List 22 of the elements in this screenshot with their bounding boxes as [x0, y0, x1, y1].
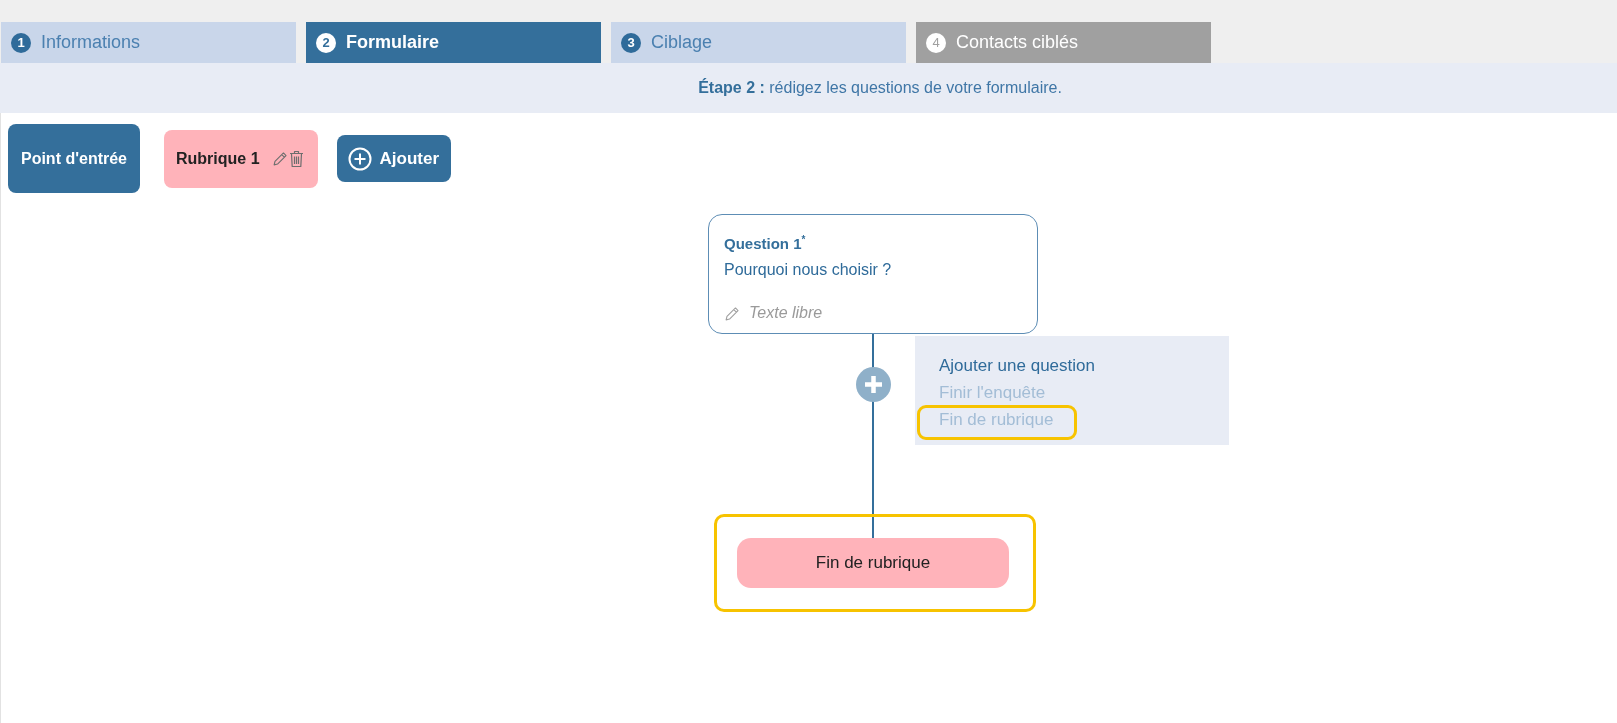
- add-icon[interactable]: [855, 366, 891, 402]
- step-instruction: Étape 2 : rédigez les questions de votre formulaire.: [698, 79, 1062, 97]
- plus-circle-icon: [347, 146, 372, 171]
- pencil-icon[interactable]: [271, 150, 289, 167]
- step-number: 4: [926, 32, 946, 53]
- step-tab[interactable]: 1 Informations: [1, 22, 296, 63]
- step-number: 3: [621, 32, 641, 53]
- question-text: Pourquoi nous choisir ?: [724, 260, 892, 280]
- add-button[interactable]: Ajouter: [336, 135, 452, 182]
- trash-icon[interactable]: [288, 149, 304, 168]
- question-card[interactable]: Question 1$^{*}$ Pourquoi nous choisir ? Texte libre: [708, 214, 1038, 334]
- section-tab[interactable]: Rubrique 1: [164, 129, 318, 188]
- question-title: Question 1$^{*}$: [724, 233, 806, 254]
- section-end-node[interactable]: Fin de rubrique: [737, 538, 1009, 588]
- step-number: 1: [11, 32, 31, 53]
- answer-type-label: Texte libre: [749, 303, 823, 323]
- step-tab[interactable]: 2 Formulaire: [306, 22, 601, 63]
- menu-item[interactable]: Ajouter une question: [939, 352, 1095, 379]
- pencil-icon: [724, 304, 741, 322]
- step-tab[interactable]: 3 Ciblage: [611, 22, 906, 63]
- step-number: 2: [316, 32, 336, 53]
- entry-point-button[interactable]: Point d'entrée: [8, 124, 140, 193]
